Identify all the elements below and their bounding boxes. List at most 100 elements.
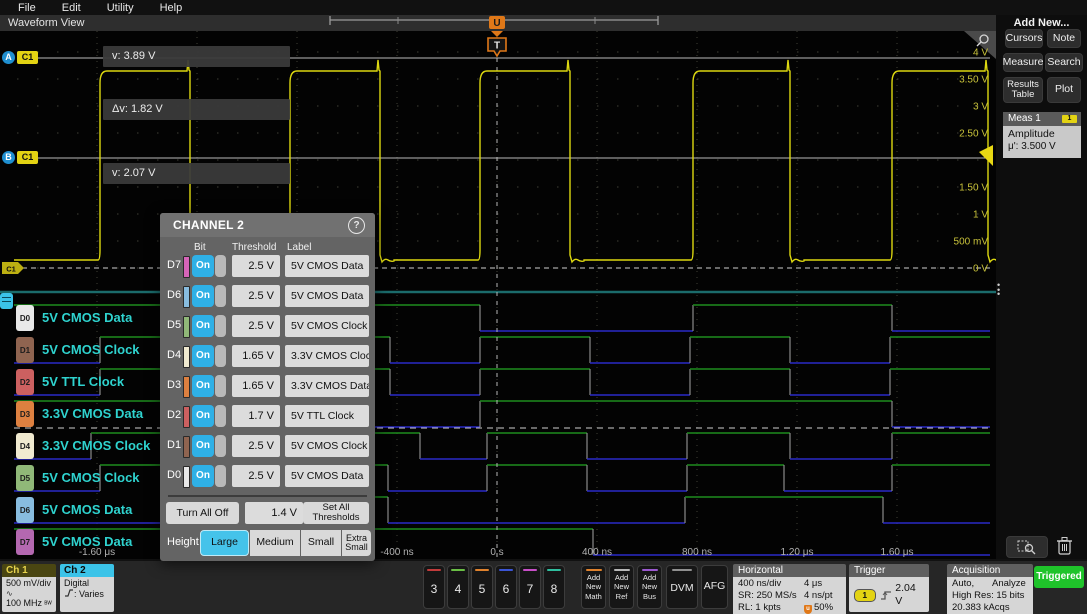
trigger-panel[interactable]: Trigger 1 2.04 V — [849, 564, 929, 612]
cursor-b-handle[interactable]: B — [2, 151, 15, 164]
add-channel-8-button[interactable]: 8 — [543, 565, 565, 609]
menu-item-utility[interactable]: Utility — [107, 2, 134, 14]
meas1-header[interactable]: Meas 1 1 — [1003, 112, 1081, 126]
bit-on-toggle[interactable]: On — [192, 255, 226, 277]
add-new-bus-button[interactable]: AddNewBus — [637, 565, 662, 609]
trash-button[interactable] — [1053, 535, 1077, 557]
meas1-card[interactable]: Meas 1 1 Amplitude μ': 3.500 V — [1003, 112, 1081, 158]
add-new-ref-button[interactable]: AddNewRef — [609, 565, 634, 609]
svg-text:0 s: 0 s — [490, 547, 503, 558]
digital-bit-badge-d2[interactable]: D2 — [16, 369, 34, 395]
meas1-type: Amplitude — [1008, 128, 1076, 141]
bit-on-toggle[interactable]: On — [192, 405, 226, 427]
horizontal-panel[interactable]: Horizontal 400 ns/div4 μsSR: 250 MS/s4 n… — [733, 564, 846, 614]
bit-on-toggle[interactable]: On — [192, 285, 226, 307]
bit-threshold-input[interactable]: 1.65 V — [232, 375, 280, 397]
menu-item-file[interactable]: File — [18, 2, 36, 14]
digital-bit-label-d1: 5V CMOS Clock — [42, 337, 140, 363]
add-channel-5-button[interactable]: 5 — [471, 565, 493, 609]
cursor-a-source-badge[interactable]: C1 — [17, 51, 38, 64]
meas1-title: Meas 1 — [1008, 113, 1041, 124]
digital-bit-badge-d6[interactable]: D6 — [16, 497, 34, 523]
bit-threshold-input[interactable]: 2.5 V — [232, 255, 280, 277]
acquisition-panel[interactable]: Acquisition Auto,Analyze High Res: 15 bi… — [947, 564, 1033, 614]
ch1-level-arrow — [979, 145, 993, 166]
add-new-results-table-button[interactable]: ResultsTable — [1003, 77, 1043, 103]
bit-threshold-input[interactable]: 1.7 V — [232, 405, 280, 427]
bit-on-toggle[interactable]: On — [192, 315, 226, 337]
height-option-medium[interactable]: Medium — [250, 530, 300, 556]
digital-group-handle[interactable] — [0, 293, 13, 309]
add-channel-4-button[interactable]: 4 — [447, 565, 469, 609]
bit-color-bar — [183, 286, 190, 308]
bit-threshold-input[interactable]: 2.5 V — [232, 315, 280, 337]
bit-label-input[interactable]: 5V CMOS Data — [285, 255, 369, 277]
add-new-note-button[interactable]: Note — [1047, 29, 1081, 48]
height-option-small[interactable]: Small — [301, 530, 341, 556]
cursor-a-handle[interactable]: A — [2, 51, 15, 64]
add-new-math-button[interactable]: AddNewMath — [581, 565, 606, 609]
bit-threshold-input[interactable]: 1.65 V — [232, 345, 280, 367]
add-new-cursors-button[interactable]: Cursors — [1005, 29, 1043, 48]
help-icon[interactable]: ? — [348, 217, 365, 234]
digital-bit-badge-d7[interactable]: D7 — [16, 529, 34, 555]
bit-threshold-input[interactable]: 2.5 V — [232, 465, 280, 487]
all-thresholds-input[interactable]: 1.4 V — [245, 502, 303, 524]
acquisition-minimap[interactable]: U — [0, 15, 996, 31]
add-new-search-button[interactable]: Search — [1045, 53, 1083, 72]
bit-label-input[interactable]: 5V CMOS Data — [285, 285, 369, 307]
digital-bit-badge-d1[interactable]: D1 — [16, 337, 34, 363]
bit-label-input[interactable]: 5V CMOS Clock — [285, 315, 369, 337]
bit-threshold-input[interactable]: 2.5 V — [232, 285, 280, 307]
add-channel-3-button[interactable]: 3 — [423, 565, 445, 609]
add-channel-6-button[interactable]: 6 — [495, 565, 517, 609]
turn-all-off-button[interactable]: Turn All Off — [166, 502, 239, 524]
cursor-a-value: v: 3.89 V — [103, 46, 290, 67]
bit-name: D2 — [167, 409, 181, 421]
bit-threshold-input[interactable]: 2.5 V — [232, 435, 280, 457]
svg-text:800 ns: 800 ns — [682, 547, 712, 558]
cursor-b-source-badge[interactable]: C1 — [17, 151, 38, 164]
acq-analyze: Analyze — [992, 578, 1026, 590]
set-all-thresholds-button[interactable]: Set All Thresholds — [303, 502, 369, 524]
afg-button[interactable]: AFG — [701, 565, 728, 609]
panel-resize-handle[interactable]: ••• — [997, 283, 1000, 297]
add-new-measure-button[interactable]: Measure — [1003, 53, 1043, 72]
menu-item-help[interactable]: Help — [160, 2, 183, 14]
bit-label-input[interactable]: 3.3V CMOS Clock — [285, 345, 369, 367]
digital-bit-label-d4: 3.3V CMOS Clock — [42, 433, 150, 459]
dvm-button[interactable]: DVM — [666, 565, 698, 609]
bit-label-input[interactable]: 3.3V CMOS Data — [285, 375, 369, 397]
meas1-body: Amplitude μ': 3.500 V — [1003, 126, 1081, 158]
ch1-badge[interactable]: Ch 1 500 mV/div ∿ 100 MHz ᴮᵂ — [2, 564, 56, 612]
bit-name: D7 — [167, 259, 181, 271]
channel2-dialog-header[interactable]: CHANNEL 2 ? — [160, 213, 375, 237]
bit-label-input[interactable]: 5V TTL Clock — [285, 405, 369, 427]
digital-bit-badge-d4[interactable]: D4 — [16, 433, 34, 459]
rising-edge-icon — [880, 590, 892, 601]
bit-on-toggle[interactable]: On — [192, 465, 226, 487]
trigger-status-badge: Triggered — [1034, 566, 1084, 588]
bit-on-toggle[interactable]: On — [192, 375, 226, 397]
bit-label-input[interactable]: 5V CMOS Data — [285, 465, 369, 487]
digital-bit-badge-d0[interactable]: D0 — [16, 305, 34, 331]
ch2-badge[interactable]: Ch 2 Digital : Varies — [60, 564, 114, 612]
bit-on-toggle[interactable]: On — [192, 345, 226, 367]
trigger-marker: T — [488, 31, 506, 56]
zoom-select-button[interactable] — [1006, 536, 1048, 558]
meas1-source-badge: 1 — [1062, 115, 1077, 123]
bit-label-input[interactable]: 5V CMOS Clock — [285, 435, 369, 457]
svg-text:4 V: 4 V — [973, 48, 988, 59]
trigger-title: Trigger — [849, 564, 929, 577]
height-option-large[interactable]: Large — [200, 530, 249, 556]
channel2-dialog: CHANNEL 2 ? Bit Threshold Label D7On2.5 … — [160, 213, 375, 561]
bit-on-toggle[interactable]: On — [192, 435, 226, 457]
svg-text:3.50 V: 3.50 V — [959, 75, 988, 86]
menu-item-edit[interactable]: Edit — [62, 2, 81, 14]
digital-bit-badge-d5[interactable]: D5 — [16, 465, 34, 491]
digital-bit-badge-d3[interactable]: D3 — [16, 401, 34, 427]
add-new-plot-button[interactable]: Plot — [1047, 77, 1081, 103]
add-channel-7-button[interactable]: 7 — [519, 565, 541, 609]
waveform-plot[interactable]: C1T4 V3.50 V3 V2.50 V1.50 V1 V500 mV0 V-… — [0, 31, 996, 559]
height-option-extra-small[interactable]: ExtraSmall — [342, 530, 371, 556]
